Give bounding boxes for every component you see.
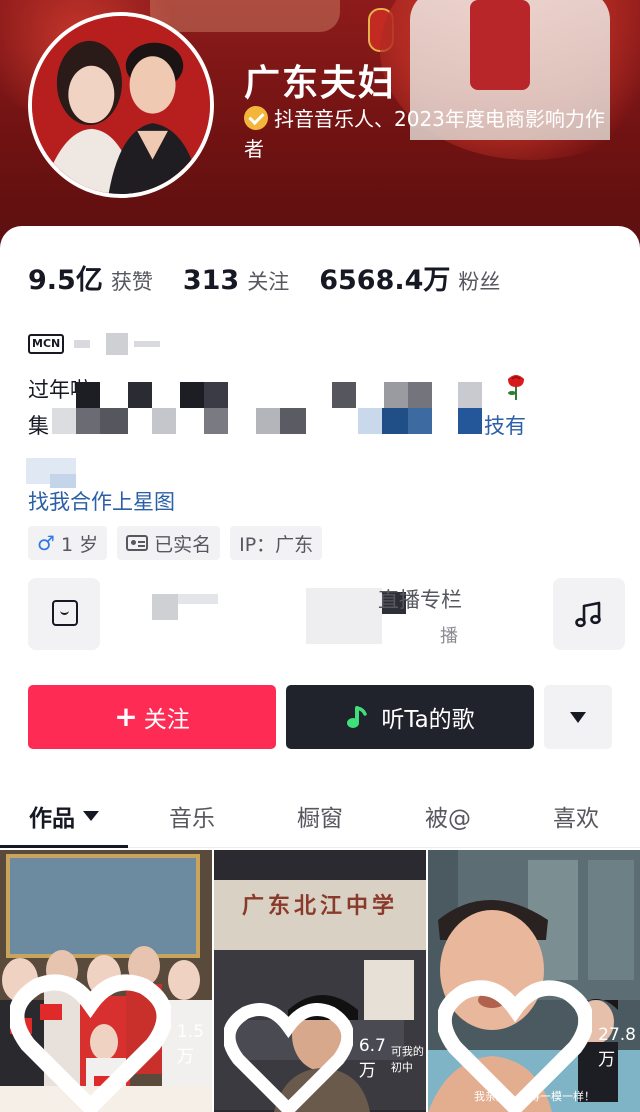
- live-column-sub: 播: [440, 626, 458, 647]
- tab-label: 橱窗: [297, 805, 343, 832]
- stat-value: 6568.4万: [319, 265, 451, 296]
- stat-label: 获赞: [110, 270, 153, 294]
- tab-works[interactable]: 作品: [0, 784, 128, 848]
- redacted-text: [106, 333, 129, 355]
- bio-line-2-end: 技有: [484, 414, 526, 438]
- stat-following[interactable]: 313 关注: [183, 265, 289, 296]
- redacted-text: [306, 588, 382, 644]
- video-thumbnail[interactable]: 广东北江中学 6.7万 可我的初中: [214, 850, 426, 1112]
- likes-count: 6.7万: [358, 1036, 386, 1082]
- verified-icon: [244, 106, 268, 130]
- mcn-badge: MCN: [28, 334, 65, 354]
- heart-icon: [438, 980, 593, 1112]
- shortcut-row: 直播专栏 播: [28, 578, 640, 650]
- follow-label: 关注: [143, 707, 190, 733]
- video-caption: 可我的初中: [390, 1044, 424, 1074]
- music-note-icon: [575, 601, 601, 628]
- listen-songs-button[interactable]: 听Ta的歌: [286, 685, 534, 749]
- bio-line-2: 集: [28, 414, 49, 438]
- follow-button[interactable]: + 关注: [28, 685, 276, 749]
- redacted-text: [178, 594, 218, 604]
- rose-icon: [508, 375, 524, 400]
- tab-label: 被@: [425, 805, 471, 832]
- video-likes: 27.8万: [438, 979, 640, 1112]
- banner-decoration: [150, 0, 340, 32]
- nickname: 广东夫妇: [244, 63, 397, 104]
- chevron-down-icon: [83, 810, 99, 821]
- school-sign-text: 广东北江中学: [241, 893, 398, 919]
- stat-likes[interactable]: 9.5亿 获赞: [28, 258, 153, 297]
- likes-count: 27.8万: [598, 1025, 636, 1070]
- profile-banner: 广东夫妇 抖音音乐人、2023年度电商影响力作者: [0, 0, 640, 260]
- plus-icon: +: [114, 700, 138, 733]
- stat-label: 粉丝: [458, 270, 501, 294]
- stats-row: 9.5亿 获赞 313 关注 6568.4万 粉丝: [28, 258, 530, 298]
- heart-icon: [10, 974, 171, 1112]
- tab-likes[interactable]: 喜欢: [512, 784, 640, 847]
- chevron-down-icon: [570, 711, 586, 723]
- shop-bag-icon: [52, 600, 78, 626]
- video-thumbnail[interactable]: 1.5万: [0, 850, 212, 1112]
- content-tabs: 作品 音乐 橱窗 被@ 喜欢: [0, 784, 640, 848]
- stat-value: 313: [182, 265, 240, 296]
- mcn-row[interactable]: MCN: [28, 330, 161, 358]
- tab-music[interactable]: 音乐: [128, 784, 256, 847]
- avatar-photo: [32, 16, 210, 194]
- verified-text: 抖音音乐人、2023年度电商影响力作者: [244, 107, 605, 161]
- tab-label: 作品: [29, 805, 75, 832]
- gender-age-tag: ♂ 1 岁: [28, 526, 108, 560]
- ip-tag: IP：广东: [230, 526, 323, 560]
- verification-row: 抖音音乐人、2023年度电商影响力作者: [244, 104, 614, 164]
- stat-followers[interactable]: 6568.4万 粉丝: [319, 258, 500, 297]
- more-options-button[interactable]: [544, 685, 612, 749]
- avatar[interactable]: [28, 12, 214, 198]
- stat-value: 9.5亿: [28, 265, 103, 296]
- music-shortcut[interactable]: [553, 578, 625, 650]
- tab-label: 喜欢: [553, 805, 599, 832]
- stat-label: 关注: [247, 270, 290, 294]
- star-map-link[interactable]: 找我合作上星图: [28, 486, 175, 516]
- male-icon: ♂: [37, 531, 55, 555]
- video-thumbnail[interactable]: 我亲妹！长得一模一样！ 27.8万: [428, 850, 640, 1112]
- banner-photo: [470, 0, 530, 90]
- likes-count: 1.5万: [176, 1021, 204, 1067]
- tab-label: 音乐: [169, 805, 215, 832]
- real-name-text: 已实名: [154, 533, 212, 556]
- live-column-title[interactable]: 直播专栏: [378, 584, 462, 614]
- tab-mentions[interactable]: 被@: [384, 784, 512, 847]
- profile-tags: ♂ 1 岁 已实名 IP：广东: [28, 526, 332, 560]
- gender-age-text: 1 岁: [60, 533, 99, 556]
- redacted-text: [134, 341, 161, 347]
- ip-text: IP：广东: [239, 533, 314, 556]
- music-note-icon: [347, 706, 368, 728]
- listen-label: 听Ta的歌: [381, 707, 475, 733]
- video-likes: 6.7万 可我的初中: [224, 1002, 426, 1112]
- id-card-icon: [126, 535, 149, 551]
- shop-shortcut[interactable]: [28, 578, 100, 650]
- heart-icon: [224, 1002, 353, 1112]
- redacted-text: [152, 594, 178, 620]
- video-grid: 1.5万 广东北江中学 6.7万 可我的初中 我亲妹！长得一模一样！ 27.8万: [0, 850, 640, 1112]
- tab-showcase[interactable]: 橱窗: [256, 784, 384, 847]
- real-name-tag: 已实名: [117, 526, 221, 560]
- redacted-text: [74, 340, 91, 348]
- video-likes: 1.5万: [10, 973, 212, 1112]
